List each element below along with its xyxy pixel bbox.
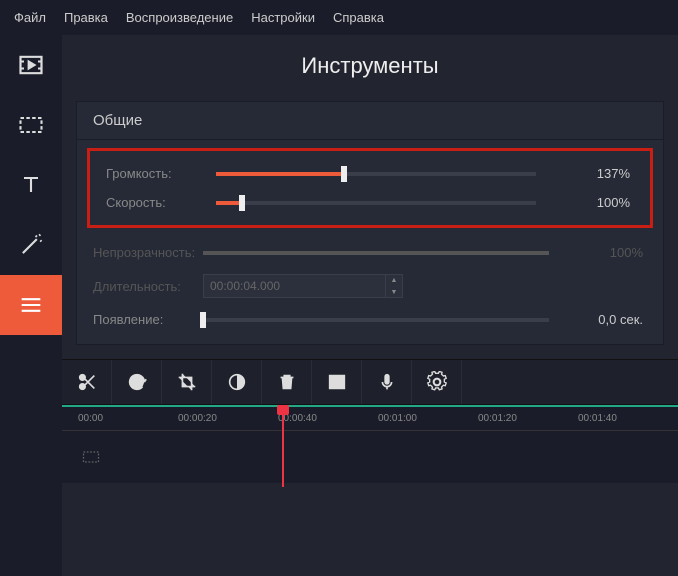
- speed-row: Скорость: 100%: [96, 188, 644, 217]
- speed-value: 100%: [554, 195, 644, 210]
- tick: 00:00: [78, 413, 103, 424]
- opacity-row: Непрозрачность: 100%: [83, 238, 657, 267]
- volume-label: Громкость:: [96, 166, 216, 181]
- volume-value: 137%: [554, 166, 644, 181]
- highlight-box: Громкость: 137% Скорость: 100%: [87, 148, 653, 228]
- contrast-button[interactable]: [212, 360, 262, 404]
- tick: 00:01:40: [578, 413, 617, 424]
- duration-row: Длительность: ▲ ▼: [83, 267, 657, 305]
- menu-file[interactable]: Файл: [14, 10, 46, 25]
- appear-row: Появление: 0,0 сек.: [83, 305, 657, 334]
- mic-icon: [376, 371, 398, 393]
- scissors-icon: [76, 371, 98, 393]
- crop-button[interactable]: [162, 360, 212, 404]
- page-title: Инструменты: [62, 35, 678, 101]
- opacity-value: 100%: [567, 245, 657, 260]
- volume-row: Громкость: 137%: [96, 159, 644, 188]
- toolbar: [62, 359, 678, 405]
- menubar: Файл Правка Воспроизведение Настройки Сп…: [0, 0, 678, 35]
- wand-icon: [17, 231, 45, 259]
- general-panel: Общие Громкость: 137% Скорость:: [76, 101, 664, 345]
- duration-input: [204, 279, 385, 293]
- film-icon: [17, 51, 45, 79]
- sidebar-clip[interactable]: [0, 95, 62, 155]
- mic-button[interactable]: [362, 360, 412, 404]
- rotate-button[interactable]: [112, 360, 162, 404]
- volume-slider[interactable]: [216, 172, 536, 176]
- menu-play[interactable]: Воспроизведение: [126, 10, 233, 25]
- clip-icon: [17, 111, 45, 139]
- appear-label: Появление:: [83, 312, 203, 327]
- speed-slider[interactable]: [216, 201, 536, 205]
- appear-value: 0,0 сек.: [567, 312, 657, 327]
- text-icon: [17, 171, 45, 199]
- opacity-slider: [203, 251, 549, 255]
- duration-label: Длительность:: [83, 279, 203, 294]
- image-button[interactable]: [312, 360, 362, 404]
- track-icon: [78, 447, 104, 467]
- trash-icon: [276, 371, 298, 393]
- sidebar-wand[interactable]: [0, 215, 62, 275]
- ruler[interactable]: 00:00 00:00:20 00:00:40 00:01:00 00:01:2…: [62, 405, 678, 431]
- sidebar-text[interactable]: [0, 155, 62, 215]
- menu-icon: [17, 291, 45, 319]
- menu-edit[interactable]: Правка: [64, 10, 108, 25]
- tick: 00:01:20: [478, 413, 517, 424]
- sidebar-tools[interactable]: [0, 275, 62, 335]
- duration-field: ▲ ▼: [203, 274, 403, 298]
- cut-button[interactable]: [62, 360, 112, 404]
- delete-button[interactable]: [262, 360, 312, 404]
- settings-button[interactable]: [412, 360, 462, 404]
- menu-help[interactable]: Справка: [333, 10, 384, 25]
- opacity-label: Непрозрачность:: [83, 245, 203, 260]
- panel-header: Общие: [77, 102, 663, 140]
- appear-slider[interactable]: [203, 318, 549, 322]
- rotate-icon: [126, 371, 148, 393]
- timeline: 00:00 00:00:20 00:00:40 00:01:00 00:01:2…: [62, 405, 678, 483]
- sidebar-media[interactable]: [0, 35, 62, 95]
- tick: 00:01:00: [378, 413, 417, 424]
- duration-down: ▼: [386, 286, 402, 298]
- contrast-icon: [226, 371, 248, 393]
- gear-icon: [426, 371, 448, 393]
- crop-icon: [176, 371, 198, 393]
- speed-label: Скорость:: [96, 195, 216, 210]
- duration-up: ▲: [386, 274, 402, 286]
- tick: 00:00:20: [178, 413, 217, 424]
- menu-settings[interactable]: Настройки: [251, 10, 315, 25]
- sidebar: [0, 35, 62, 576]
- image-icon: [326, 371, 348, 393]
- video-track[interactable]: [62, 431, 678, 483]
